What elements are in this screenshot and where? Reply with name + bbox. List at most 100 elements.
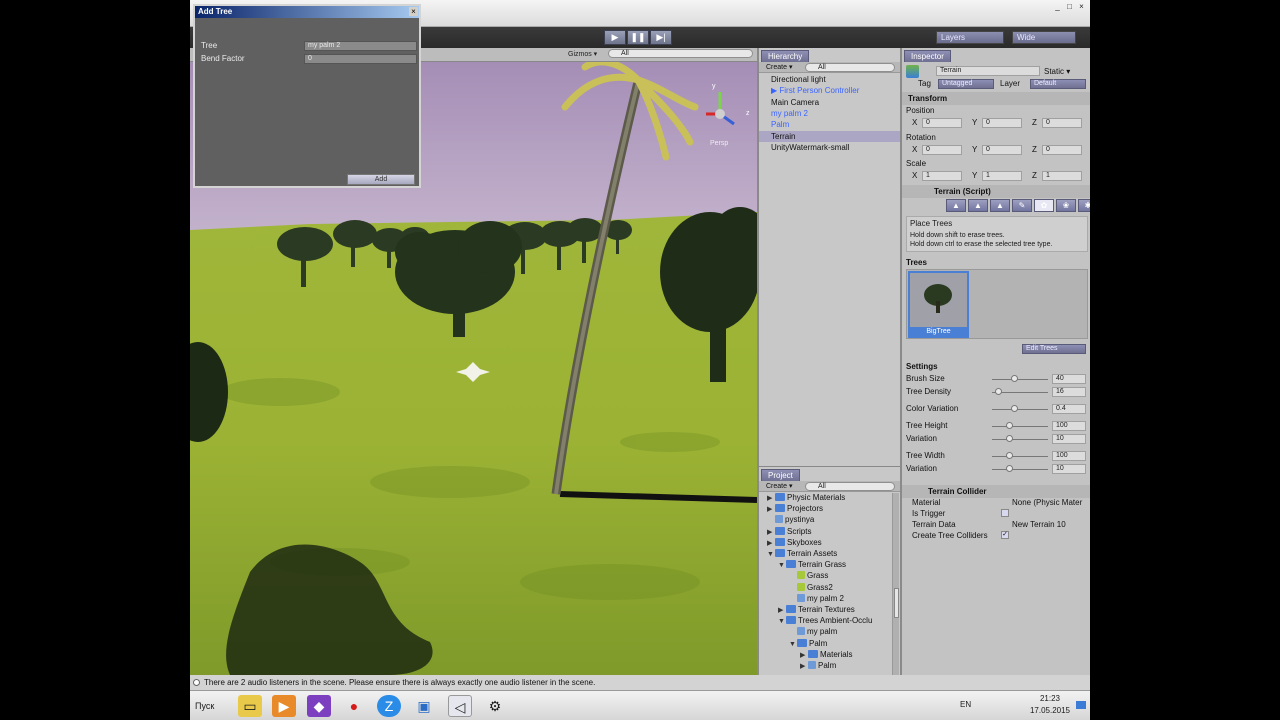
expanded-arrow-icon[interactable]: ▼ xyxy=(767,549,775,560)
start-button[interactable]: Пуск xyxy=(192,696,228,716)
project-item[interactable]: ▶ Physic Materials xyxy=(767,492,845,503)
setting-slider-track[interactable] xyxy=(992,409,1048,410)
hierarchy-item[interactable]: ▶ First Person Controller xyxy=(759,85,900,96)
setting-value-field[interactable]: 10 xyxy=(1052,434,1086,444)
project-item[interactable]: my palm 2 xyxy=(789,593,844,604)
language-indicator[interactable]: EN xyxy=(960,700,971,709)
paint-height-icon[interactable]: ▲ xyxy=(968,199,988,212)
project-item[interactable]: Grass xyxy=(789,570,828,581)
zona-icon[interactable]: Z xyxy=(377,695,401,717)
play-button[interactable]: ▶ xyxy=(604,30,626,45)
rotation-z-field[interactable]: 0 xyxy=(1042,145,1082,155)
paint-details-icon[interactable]: ❀ xyxy=(1056,199,1076,212)
position-y-field[interactable]: 0 xyxy=(982,118,1022,128)
media-player-icon[interactable]: ▶ xyxy=(272,695,296,717)
close-button[interactable]: × xyxy=(1076,1,1087,12)
setting-slider-track[interactable] xyxy=(992,426,1048,427)
setting-slider-thumb[interactable] xyxy=(1005,422,1013,429)
gizmos-dropdown[interactable]: Gizmos ▾ xyxy=(568,50,597,58)
project-item[interactable]: Grass2 xyxy=(789,582,833,593)
terrain-settings-icon[interactable]: ✱ xyxy=(1078,199,1090,212)
project-item[interactable]: ▼ Trees Ambient-Occlu xyxy=(778,615,872,626)
position-z-field[interactable]: 0 xyxy=(1042,118,1082,128)
project-item[interactable]: pystinya xyxy=(767,514,814,525)
setting-slider-thumb[interactable] xyxy=(1005,452,1013,459)
maximize-button[interactable]: □ xyxy=(1064,1,1075,12)
hierarchy-item[interactable]: Palm xyxy=(759,119,900,130)
expanded-arrow-icon[interactable]: ▼ xyxy=(789,639,797,650)
pause-button[interactable]: ❚❚ xyxy=(627,30,649,45)
layers-dropdown[interactable]: Layers xyxy=(936,31,1004,44)
hierarchy-item[interactable]: Directional light xyxy=(759,74,900,85)
place-trees-icon[interactable]: ✿ xyxy=(1034,199,1054,212)
smooth-height-icon[interactable]: ▲ xyxy=(990,199,1010,212)
object-name-field[interactable]: Terrain xyxy=(936,66,1040,76)
opera-icon[interactable]: ● xyxy=(342,695,366,717)
project-item[interactable]: ▶ Palm xyxy=(800,660,836,671)
project-item[interactable]: ▶ Skyboxes xyxy=(767,537,822,548)
is-trigger-checkbox[interactable] xyxy=(1001,509,1009,517)
material-value[interactable]: None (Physic Mater xyxy=(1012,497,1082,508)
terrain-data-value[interactable]: New Terrain 10 xyxy=(1012,519,1066,530)
raise-terrain-icon[interactable]: ▲ xyxy=(946,199,966,212)
project-search[interactable]: All xyxy=(805,482,895,491)
project-scroll-thumb[interactable] xyxy=(894,588,899,618)
visual-studio-icon[interactable]: ◆ xyxy=(307,695,331,717)
status-message[interactable]: There are 2 audio listeners in the scene… xyxy=(204,678,595,687)
setting-slider-track[interactable] xyxy=(992,439,1048,440)
position-x-field[interactable]: 0 xyxy=(922,118,962,128)
hierarchy-search[interactable]: All xyxy=(805,63,895,72)
project-scrollbar[interactable] xyxy=(892,493,899,675)
setting-slider-track[interactable] xyxy=(992,456,1048,457)
collapsed-arrow-icon[interactable]: ▶ xyxy=(800,661,808,672)
tree-thumb-bigtree[interactable]: BigTree xyxy=(908,271,969,338)
scale-z-field[interactable]: 1 xyxy=(1042,171,1082,181)
dialog-close-button[interactable]: × xyxy=(409,7,418,16)
setting-slider-thumb[interactable] xyxy=(994,388,1002,395)
tag-dropdown[interactable]: Untagged xyxy=(938,79,994,89)
transform-header[interactable]: Transform xyxy=(902,92,1090,105)
project-item[interactable]: ▶ Projectors xyxy=(767,503,823,514)
static-toggle[interactable]: Static ▾ xyxy=(1044,66,1070,77)
setting-slider-track[interactable] xyxy=(992,469,1048,470)
hierarchy-item[interactable]: UnityWatermark-small xyxy=(759,142,900,153)
rotation-x-field[interactable]: 0 xyxy=(922,145,962,155)
setting-value-field[interactable]: 100 xyxy=(1052,421,1086,431)
bend-factor-field[interactable]: 0 xyxy=(304,54,417,64)
hierarchy-create-button[interactable]: Create ▾ xyxy=(763,63,795,72)
layout-dropdown[interactable]: Wide xyxy=(1012,31,1076,44)
hierarchy-tab[interactable]: Hierarchy xyxy=(761,50,810,62)
layer-dropdown[interactable]: Default xyxy=(1030,79,1086,89)
rotation-y-field[interactable]: 0 xyxy=(982,145,1022,155)
setting-value-field[interactable]: 10 xyxy=(1052,464,1086,474)
project-item[interactable]: ▶ Terrain Textures xyxy=(778,604,855,615)
step-button[interactable]: ▶| xyxy=(650,30,672,45)
paint-texture-icon[interactable]: ✎ xyxy=(1012,199,1032,212)
project-item[interactable]: my palm xyxy=(789,626,837,637)
scale-y-field[interactable]: 1 xyxy=(982,171,1022,181)
setting-value-field[interactable]: 0.4 xyxy=(1052,404,1086,414)
minimize-button[interactable]: _ xyxy=(1052,1,1063,12)
project-tab[interactable]: Project xyxy=(761,469,800,481)
hierarchy-item[interactable]: Main Camera xyxy=(759,97,900,108)
edit-trees-button[interactable]: Edit Trees xyxy=(1022,344,1086,354)
project-item[interactable]: ▶ Scripts xyxy=(767,526,811,537)
network-app-icon[interactable]: ⚙ xyxy=(483,695,507,717)
setting-slider-track[interactable] xyxy=(992,379,1048,380)
setting-value-field[interactable]: 40 xyxy=(1052,374,1086,384)
tree-colliders-checkbox[interactable]: ✓ xyxy=(1001,531,1009,539)
unity-icon[interactable]: ◁ xyxy=(448,695,472,717)
scene-search[interactable]: All xyxy=(608,49,753,58)
hierarchy-item[interactable]: Terrain xyxy=(759,130,900,142)
setting-value-field[interactable]: 16 xyxy=(1052,387,1086,397)
project-item[interactable]: ▼ Palm xyxy=(789,638,827,649)
computer-icon[interactable]: ▣ xyxy=(412,695,436,717)
expanded-arrow-icon[interactable]: ▼ xyxy=(778,560,786,571)
show-desktop-icon[interactable] xyxy=(1076,701,1086,709)
setting-slider-thumb[interactable] xyxy=(1011,375,1019,382)
tree-field[interactable]: my palm 2 xyxy=(304,41,417,51)
expanded-arrow-icon[interactable]: ▼ xyxy=(778,616,786,627)
setting-slider-thumb[interactable] xyxy=(1005,435,1013,442)
hierarchy-item[interactable]: my palm 2 xyxy=(759,108,900,119)
add-button[interactable]: Add xyxy=(347,174,415,185)
